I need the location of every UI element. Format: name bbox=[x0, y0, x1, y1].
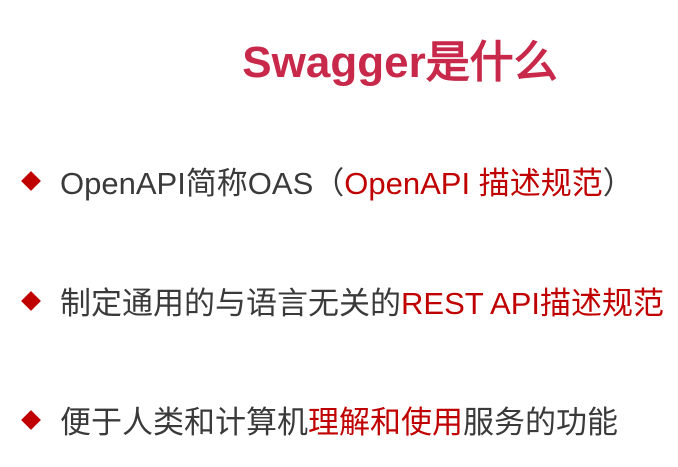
bullet-text: OpenAPI简称OAS（ bbox=[60, 166, 345, 201]
bullet-highlight: OpenAPI 描述规范 bbox=[344, 166, 603, 201]
bullet-item: 制定通用的与语言无关的 REST API描述规范 bbox=[18, 278, 664, 323]
bullet-text: 服务的功能 bbox=[463, 405, 618, 440]
bullet-text: ） bbox=[602, 166, 634, 201]
slide-title: Swagger是什么 bbox=[242, 38, 558, 87]
bullet-item: OpenAPI简称OAS（ OpenAPI 描述规范） bbox=[18, 158, 634, 203]
bullet-highlight: REST API描述规范 bbox=[401, 286, 664, 321]
bullet-highlight: 理解和使用 bbox=[308, 405, 463, 440]
diamond-bullet-icon bbox=[21, 290, 41, 311]
bullet-text: 便于人类和计算机 bbox=[60, 405, 308, 440]
bullet-text: 制定通用的与语言无关的 bbox=[60, 286, 401, 321]
bullet-item: 便于人类和计算机 理解和使用 服务的功能 bbox=[18, 397, 618, 442]
diamond-bullet-icon bbox=[21, 409, 41, 430]
diamond-bullet-icon bbox=[21, 170, 41, 191]
